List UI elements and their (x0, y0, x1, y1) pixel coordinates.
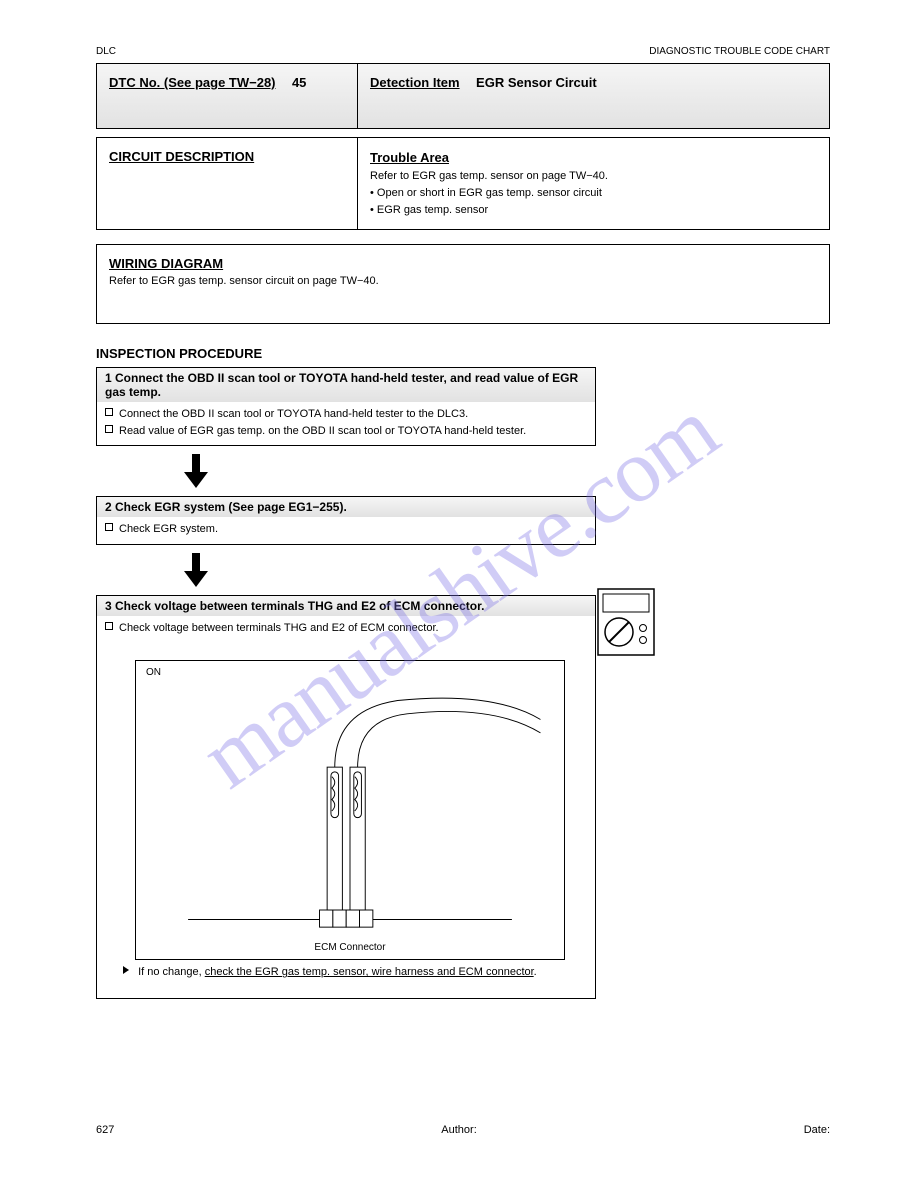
arrow-down-icon (182, 553, 830, 587)
wiring-panel: WIRING DIAGRAM Refer to EGR gas temp. se… (96, 244, 830, 324)
trouble-item: Open or short in EGR gas temp. sensor ci… (377, 187, 602, 199)
wiring-text: Refer to EGR gas temp. sensor circuit on… (109, 275, 817, 287)
note-suffix: . (534, 966, 537, 978)
dtc-number: 45 (292, 75, 306, 91)
page-footer: 627 Author: Date: (96, 1124, 830, 1136)
step-1-line: Connect the OBD II scan tool or TOYOTA h… (119, 408, 468, 420)
circuit-diagram: ON (135, 660, 565, 960)
step-1: 1 Connect the OBD II scan tool or TOYOTA… (96, 367, 596, 446)
step-1-line: Read value of EGR gas temp. on the OBD I… (119, 425, 526, 437)
detection-item-label: Detection Item (370, 75, 460, 91)
procedure-heading: INSPECTION PROCEDURE (96, 346, 830, 361)
step-2-title: 2 Check EGR system (See page EG1−255). (97, 497, 595, 517)
step-3-note: If no change, check the EGR gas temp. se… (123, 966, 577, 978)
step-3: 3 Check voltage between terminals THG an… (96, 595, 596, 1000)
wiring-diagram-label: WIRING DIAGRAM (109, 256, 223, 271)
checkbox-icon (105, 408, 113, 416)
author-label: Author: (441, 1124, 476, 1136)
circuit-description-label: CIRCUIT DESCRIPTION (109, 149, 254, 164)
step-3-title: 3 Check voltage between terminals THG an… (97, 596, 595, 616)
header-left: DLC (96, 46, 116, 57)
trouble-area-label: Trouble Area (370, 148, 449, 168)
note-prefix: If no change, (138, 966, 205, 978)
connector-diagram-icon (150, 675, 550, 945)
detection-item: EGR Sensor Circuit (476, 75, 597, 91)
checkbox-icon (105, 622, 113, 630)
checkbox-icon (105, 523, 113, 531)
desc-line: Refer to EGR gas temp. sensor on page TW… (370, 168, 817, 185)
date-label: Date: (804, 1124, 830, 1136)
circuit-on-label: ON (146, 667, 161, 678)
ecm-connector-label: ECM Connector (136, 942, 564, 953)
step-2: 2 Check EGR system (See page EG1−255). C… (96, 496, 596, 545)
step-3-line: Check voltage between terminals THG and … (119, 622, 439, 634)
multimeter-icon (597, 588, 655, 661)
header-right: DIAGNOSTIC TROUBLE CODE CHART (649, 46, 830, 57)
page-number: 627 (96, 1124, 114, 1136)
note-underline: check the EGR gas temp. sensor, wire har… (205, 966, 534, 978)
description-panel: CIRCUIT DESCRIPTION Trouble Area Refer t… (96, 137, 830, 230)
trouble-item: EGR gas temp. sensor (377, 204, 488, 216)
checkbox-icon (105, 425, 113, 433)
step-2-line: Check EGR system. (119, 523, 218, 535)
step-1-title: 1 Connect the OBD II scan tool or TOYOTA… (97, 368, 595, 402)
arrow-down-icon (182, 454, 830, 488)
dtc-number-label: DTC No. (See page TW−28) (109, 75, 276, 91)
dtc-panel: DTC No. (See page TW−28) 45 Detection It… (96, 63, 830, 129)
triangle-bullet-icon (123, 966, 129, 974)
